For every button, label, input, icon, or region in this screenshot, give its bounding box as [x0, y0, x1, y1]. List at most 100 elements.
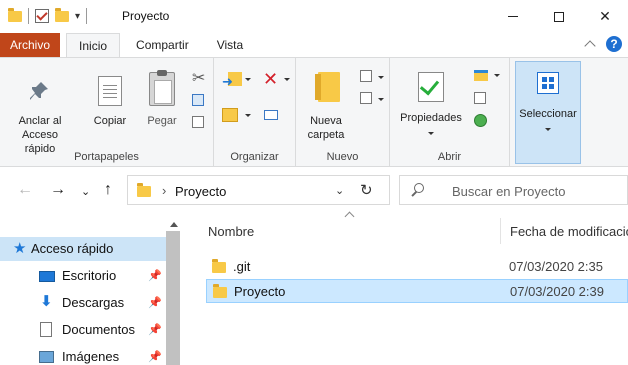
open-dropdown[interactable]	[494, 74, 500, 77]
select-button[interactable]: Seleccionar	[515, 61, 581, 164]
delete-dropdown[interactable]	[284, 78, 290, 81]
history-icon[interactable]	[474, 114, 487, 127]
select-dropdown	[545, 128, 551, 131]
select-label: Seleccionar	[519, 108, 577, 120]
move-to-icon[interactable]: ➜	[222, 72, 242, 88]
address-dropdown-icon[interactable]: ⌄	[335, 184, 344, 197]
column-header-name[interactable]: Nombre	[208, 224, 254, 239]
open-icon[interactable]	[474, 70, 488, 81]
breadcrumb-current[interactable]: Proyecto	[175, 184, 226, 199]
edit-icon[interactable]	[474, 92, 486, 104]
close-button[interactable]: ✕	[582, 0, 628, 33]
new-folder-label-2: carpeta	[307, 129, 345, 141]
sidebar-item-downloads[interactable]: ⬇ Descargas 📌	[0, 291, 166, 315]
column-header-date[interactable]: Fecha de modificación	[510, 224, 628, 239]
paste-button[interactable]: Pegar	[142, 66, 182, 136]
group-organize: ➜ ✕ Organizar	[214, 58, 296, 166]
sidebar-item-label: Documentos	[62, 322, 135, 337]
minimize-button[interactable]	[490, 0, 536, 33]
paste-shortcut-icon[interactable]	[192, 116, 204, 128]
column-separator[interactable]	[500, 218, 501, 244]
file-name: .git	[233, 259, 251, 274]
maximize-button[interactable]	[536, 0, 582, 33]
new-folder-icon[interactable]	[55, 7, 69, 22]
pin-icon: 📌	[148, 270, 162, 282]
collapse-ribbon-icon[interactable]	[584, 40, 596, 52]
file-date: 07/03/2020 2:35	[509, 259, 603, 274]
pin-icon: 📌	[148, 324, 162, 336]
move-to-arrow: ➜	[222, 74, 233, 89]
recent-locations-button[interactable]: ⌄	[81, 185, 90, 198]
title-bar: ▾ Proyecto ✕	[0, 0, 628, 33]
table-row[interactable]: .git 07/03/2020 2:35	[206, 255, 628, 279]
sidebar-item-quick-access[interactable]: ★ Acceso rápido	[0, 237, 166, 261]
group-new: Nueva carpeta Nuevo	[296, 58, 390, 166]
easy-access-icon[interactable]	[360, 92, 372, 104]
pin-icon: 📌	[148, 351, 162, 363]
copy-to-dropdown[interactable]	[245, 114, 251, 117]
close-icon: ✕	[599, 8, 611, 24]
paste-icon	[149, 70, 175, 106]
maximize-icon	[554, 11, 564, 22]
properties-icon	[418, 72, 444, 102]
pin-quick-access-button[interactable]: Anclar al Acceso rápido	[6, 66, 74, 155]
navigation-pane: ★ Acceso rápido Escritorio 📌 ⬇ Descargas…	[0, 215, 185, 365]
group-label-new: Nuevo	[326, 151, 359, 163]
search-box[interactable]: Buscar en Proyecto	[399, 175, 628, 205]
properties-button[interactable]: Propiedades	[394, 66, 468, 146]
group-label-clipboard: Portapapeles	[74, 151, 139, 163]
tab-share[interactable]: Compartir	[124, 33, 201, 57]
up-button[interactable]: ↑	[104, 181, 112, 199]
folder-icon	[137, 183, 151, 197]
tab-home[interactable]: Inicio	[66, 33, 121, 57]
folder-icon[interactable]	[8, 7, 22, 22]
copy-path-icon[interactable]	[192, 94, 204, 106]
desktop-icon	[39, 271, 55, 282]
new-item-dropdown[interactable]	[378, 76, 384, 79]
scroll-up-arrow[interactable]	[170, 219, 178, 227]
minimize-icon	[508, 16, 518, 17]
copy-button[interactable]: Copiar	[90, 66, 130, 136]
navigation-bar: ← → ⌄ ↑ › Proyecto ⌄ ↻ Buscar en Proyect…	[0, 170, 628, 210]
forward-button[interactable]: →	[50, 181, 66, 199]
sidebar-item-label: Descargas	[62, 295, 125, 310]
sidebar-item-images[interactable]: Imágenes 📌	[0, 345, 166, 365]
checkbox-icon[interactable]	[35, 9, 49, 23]
rename-icon[interactable]	[264, 110, 278, 120]
new-folder-button[interactable]: Nueva carpeta	[300, 66, 352, 146]
file-name: Proyecto	[234, 284, 286, 299]
table-row[interactable]: Proyecto 07/03/2020 2:39	[206, 279, 628, 303]
new-item-icon[interactable]	[360, 70, 372, 82]
scrollbar-thumb[interactable]	[166, 231, 180, 365]
address-bar[interactable]: › Proyecto ⌄ ↻	[127, 175, 390, 205]
help-icon[interactable]: ?	[606, 36, 622, 52]
easy-access-dropdown[interactable]	[378, 98, 384, 101]
sidebar-item-label: Imágenes	[62, 349, 120, 364]
ribbon: Anclar al Acceso rápido Copiar Pegar ✂ P…	[0, 57, 628, 167]
copy-to-icon[interactable]	[222, 108, 238, 122]
properties-dropdown	[428, 132, 434, 135]
cut-icon[interactable]: ✂	[192, 68, 205, 88]
refresh-icon[interactable]: ↻	[360, 181, 373, 199]
move-to-dropdown[interactable]	[245, 78, 251, 81]
customize-toolbar-dropdown[interactable]: ▾	[75, 11, 80, 22]
search-input[interactable]: Buscar en Proyecto	[452, 184, 565, 199]
sidebar-item-label: Escritorio	[62, 268, 117, 283]
sidebar-item-desktop[interactable]: Escritorio 📌	[0, 264, 166, 288]
ribbon-right-controls: ?	[584, 36, 622, 52]
copy-icon	[98, 76, 122, 106]
tab-view[interactable]: Vista	[205, 33, 255, 57]
tab-file[interactable]: Archivo	[0, 33, 61, 57]
back-button[interactable]: ←	[17, 181, 33, 199]
group-open: Propiedades Abrir	[390, 58, 510, 166]
sidebar-item-documents[interactable]: Documentos 📌	[0, 318, 166, 342]
star-icon: ★	[13, 240, 27, 257]
group-label-organize: Organizar	[230, 151, 279, 163]
delete-icon[interactable]: ✕	[263, 70, 278, 88]
breadcrumb-chevron-icon[interactable]: ›	[162, 183, 166, 198]
sidebar-item-label: Acceso rápido	[31, 241, 114, 256]
search-icon	[414, 183, 424, 193]
group-label-open: Abrir	[437, 151, 462, 163]
quick-access-toolbar: ▾	[8, 7, 88, 24]
properties-label: Propiedades	[400, 112, 462, 124]
